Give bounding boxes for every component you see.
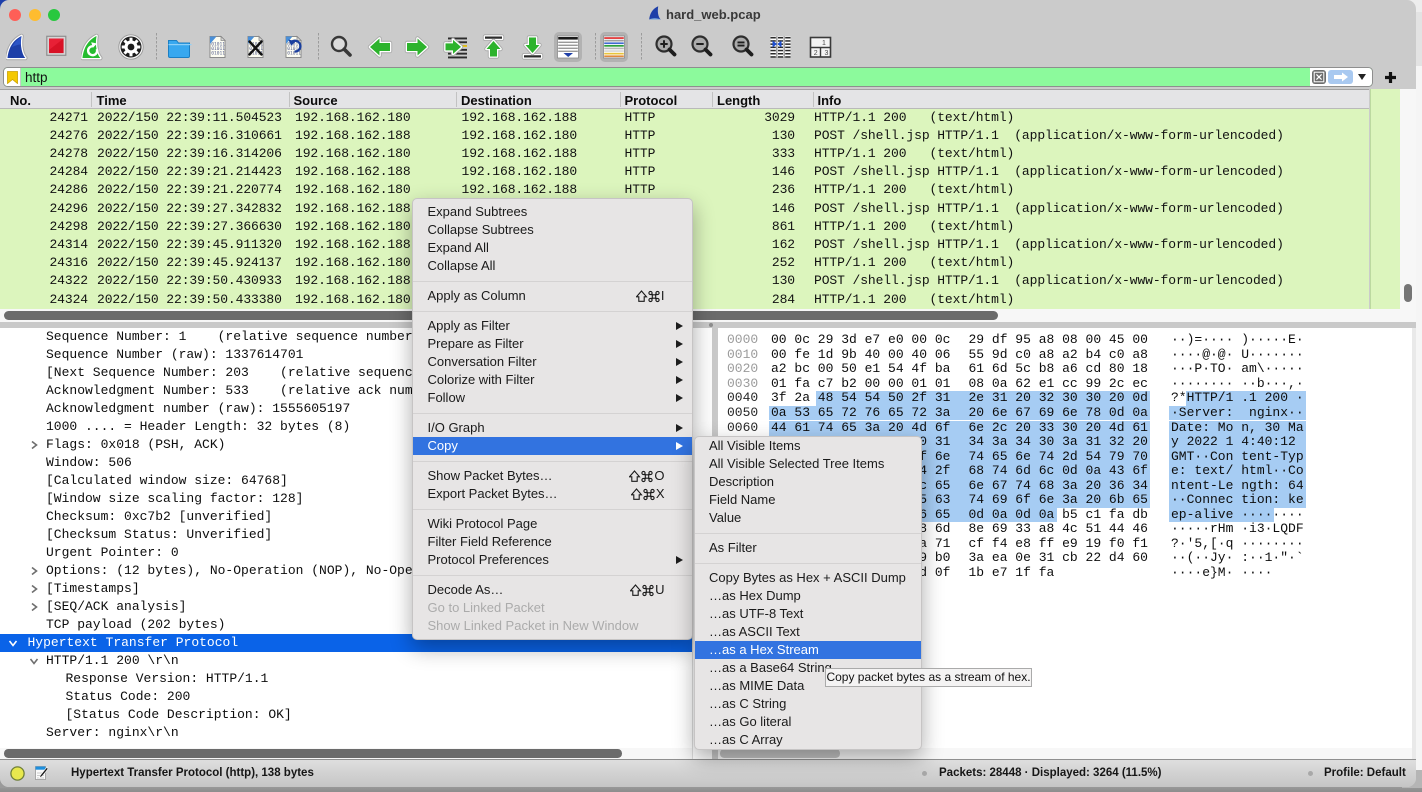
svg-text:01011: 01011 — [211, 51, 225, 57]
svg-text:01011: 01011 — [287, 51, 301, 57]
svg-text:2: 2 — [814, 50, 818, 57]
svg-text:1: 1 — [822, 40, 826, 47]
svg-text:3: 3 — [825, 50, 829, 57]
